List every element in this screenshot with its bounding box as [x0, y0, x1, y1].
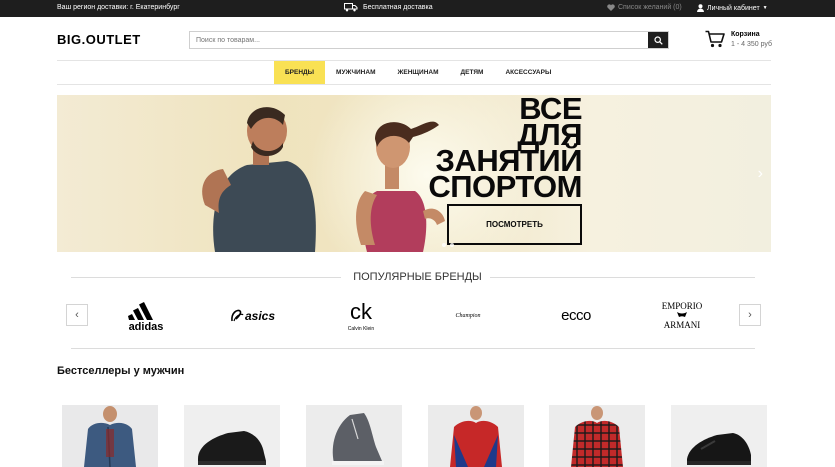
- ecco-wordmark: ecco: [561, 307, 591, 324]
- banner-view-button[interactable]: ПОСМОТРЕТЬ: [447, 204, 582, 245]
- nav-item-brands[interactable]: БРЕНДЫ: [274, 61, 326, 84]
- cart-title: Корзина: [731, 31, 760, 38]
- emporio-armani-logo: EMPORIO ARMANI: [662, 301, 703, 330]
- calvin-klein-logo: ck Calvin Klein: [348, 299, 375, 332]
- product-card-black-runner-sneakers[interactable]: [671, 405, 767, 467]
- region-label: Ваш регион доставки:: [57, 4, 129, 11]
- wishlist-label: Список желаний (0): [618, 4, 682, 11]
- cart-summary: Корзина 1 - 4 350 руб: [731, 30, 772, 50]
- asics-wordmark: asics: [245, 309, 275, 323]
- account-menu[interactable]: Личный кабинет ▼: [697, 4, 768, 12]
- ecco-logo: ecco: [561, 307, 591, 324]
- cart-icon: [705, 30, 725, 48]
- brands-next-button[interactable]: ›: [739, 304, 761, 326]
- asics-logo: asics: [231, 309, 275, 323]
- chevron-right-icon: ›: [748, 309, 752, 321]
- banner-title-line-4: СПОРТОМ: [428, 169, 582, 204]
- champion-wordmark: Champion: [455, 313, 480, 319]
- chevron-down-icon: ▼: [762, 5, 768, 11]
- product-card-grey-sneakers[interactable]: [306, 405, 402, 467]
- brand-asics[interactable]: asics: [226, 298, 282, 332]
- plaid-shirt-image: [549, 405, 645, 467]
- free-delivery: Бесплатная доставка: [344, 3, 433, 12]
- main-nav: БРЕНДЫ МУЖЧИНАМ ЖЕНЩИНАМ ДЕТЯМ АКСЕССУАР…: [274, 61, 562, 84]
- bestsellers-title: Бестселлеры у мужчин: [57, 365, 185, 377]
- brands-prev-button[interactable]: ‹: [66, 304, 88, 326]
- product-card-denim-jacket[interactable]: [62, 405, 158, 467]
- champion-logo: Champion: [455, 313, 480, 319]
- account-label: Личный кабинет: [707, 4, 760, 12]
- search-icon: [653, 35, 663, 45]
- user-icon: [697, 4, 704, 12]
- denim-jacket-image: [62, 405, 158, 467]
- nav-item-women[interactable]: ЖЕНЩИНАМ: [387, 61, 450, 84]
- red-jacket-image: [428, 405, 524, 467]
- brand-emporio-armani[interactable]: EMPORIO ARMANI: [656, 298, 708, 332]
- black-runner-sneakers-image: [671, 405, 767, 467]
- chevron-right-icon[interactable]: ›: [758, 165, 763, 183]
- cart-price: 1 - 4 350 руб: [731, 41, 772, 48]
- brands-title-text: ПОПУЛЯРНЫЕ БРЕНДЫ: [345, 271, 490, 283]
- brand-ecco[interactable]: ecco: [548, 298, 604, 332]
- grey-sneakers-image: [306, 405, 402, 467]
- brand-calvin-klein[interactable]: ck Calvin Klein: [336, 298, 386, 332]
- nav-item-accessories[interactable]: АКСЕССУАРЫ: [494, 61, 562, 84]
- banner-pagination: [442, 243, 454, 247]
- heart-icon: [607, 4, 615, 11]
- delivery-region[interactable]: Ваш регион доставки: г. Екатеринбург: [57, 4, 180, 11]
- site-logo[interactable]: BIG.OUTLET: [57, 32, 141, 47]
- cart[interactable]: Корзина 1 - 4 350 руб: [705, 30, 772, 50]
- search-bar: [189, 31, 669, 49]
- brand-champion[interactable]: Champion: [440, 298, 496, 332]
- emporio-wordmark: EMPORIO: [662, 301, 703, 311]
- brands-bottom-divider: [71, 348, 755, 349]
- product-card-plaid-shirt[interactable]: [549, 405, 645, 467]
- banner-runners-image: [202, 107, 445, 252]
- eagle-icon: [677, 312, 687, 317]
- top-bar: Ваш регион доставки: г. Екатеринбург Бес…: [0, 0, 835, 17]
- search-input[interactable]: [190, 32, 648, 48]
- truck-icon: [344, 3, 358, 12]
- product-card-red-jacket[interactable]: [428, 405, 524, 467]
- calvin-klein-wordmark: Calvin Klein: [348, 326, 375, 332]
- hero-banner[interactable]: ВСЕ ДЛЯ ЗАНЯТИЙ СПОРТОМ ПОСМОТРЕТЬ ›: [57, 95, 771, 252]
- ck-monogram: ck: [350, 299, 373, 324]
- search-button[interactable]: [648, 32, 668, 48]
- adidas-wordmark: adidas: [129, 321, 164, 332]
- brand-adidas[interactable]: adidas: [118, 298, 174, 332]
- armani-wordmark: ARMANI: [664, 320, 701, 330]
- adidas-logo: adidas: [128, 302, 164, 332]
- wishlist-link[interactable]: Список желаний (0): [607, 4, 682, 11]
- nav-divider-bottom: [57, 84, 771, 85]
- product-card-black-sneakers[interactable]: [184, 405, 280, 467]
- chevron-left-icon: ‹: [75, 309, 79, 321]
- nav-item-kids[interactable]: ДЕТЯМ: [450, 61, 495, 84]
- free-delivery-label: Бесплатная доставка: [363, 4, 433, 11]
- black-sneakers-image: [184, 405, 280, 467]
- pagination-dot[interactable]: [450, 243, 454, 247]
- pagination-dot[interactable]: [442, 243, 446, 247]
- brands-title: ПОПУЛЯРНЫЕ БРЕНДЫ: [0, 271, 835, 283]
- nav-item-men[interactable]: МУЖЧИНАМ: [325, 61, 386, 84]
- region-city[interactable]: г. Екатеринбург: [130, 4, 180, 11]
